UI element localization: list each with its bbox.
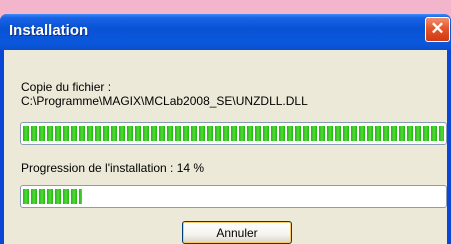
file-copy-progress-fill	[23, 126, 444, 141]
install-progress-label: Progression de l'installation : 14 %	[21, 161, 205, 175]
install-progress-fill	[23, 189, 82, 204]
file-copy-label: Copie du fichier :	[21, 80, 112, 94]
file-path: C:\Programme\MAGIX\MCLab2008_SE\UNZDLL.D…	[21, 94, 308, 108]
install-progress-bar	[20, 185, 447, 208]
cancel-button[interactable]: Annuler	[182, 221, 292, 244]
title-bar[interactable]: Installation ✕	[0, 14, 451, 50]
close-button[interactable]: ✕	[425, 17, 450, 42]
file-copy-progress-bar	[20, 122, 447, 145]
installation-dialog: Installation ✕ Copie du fichier : C:\Pro…	[0, 14, 451, 244]
dialog-body: Copie du fichier : C:\Programme\MAGIX\MC…	[4, 50, 447, 244]
close-icon: ✕	[430, 19, 445, 38]
window-title: Installation	[9, 22, 89, 39]
